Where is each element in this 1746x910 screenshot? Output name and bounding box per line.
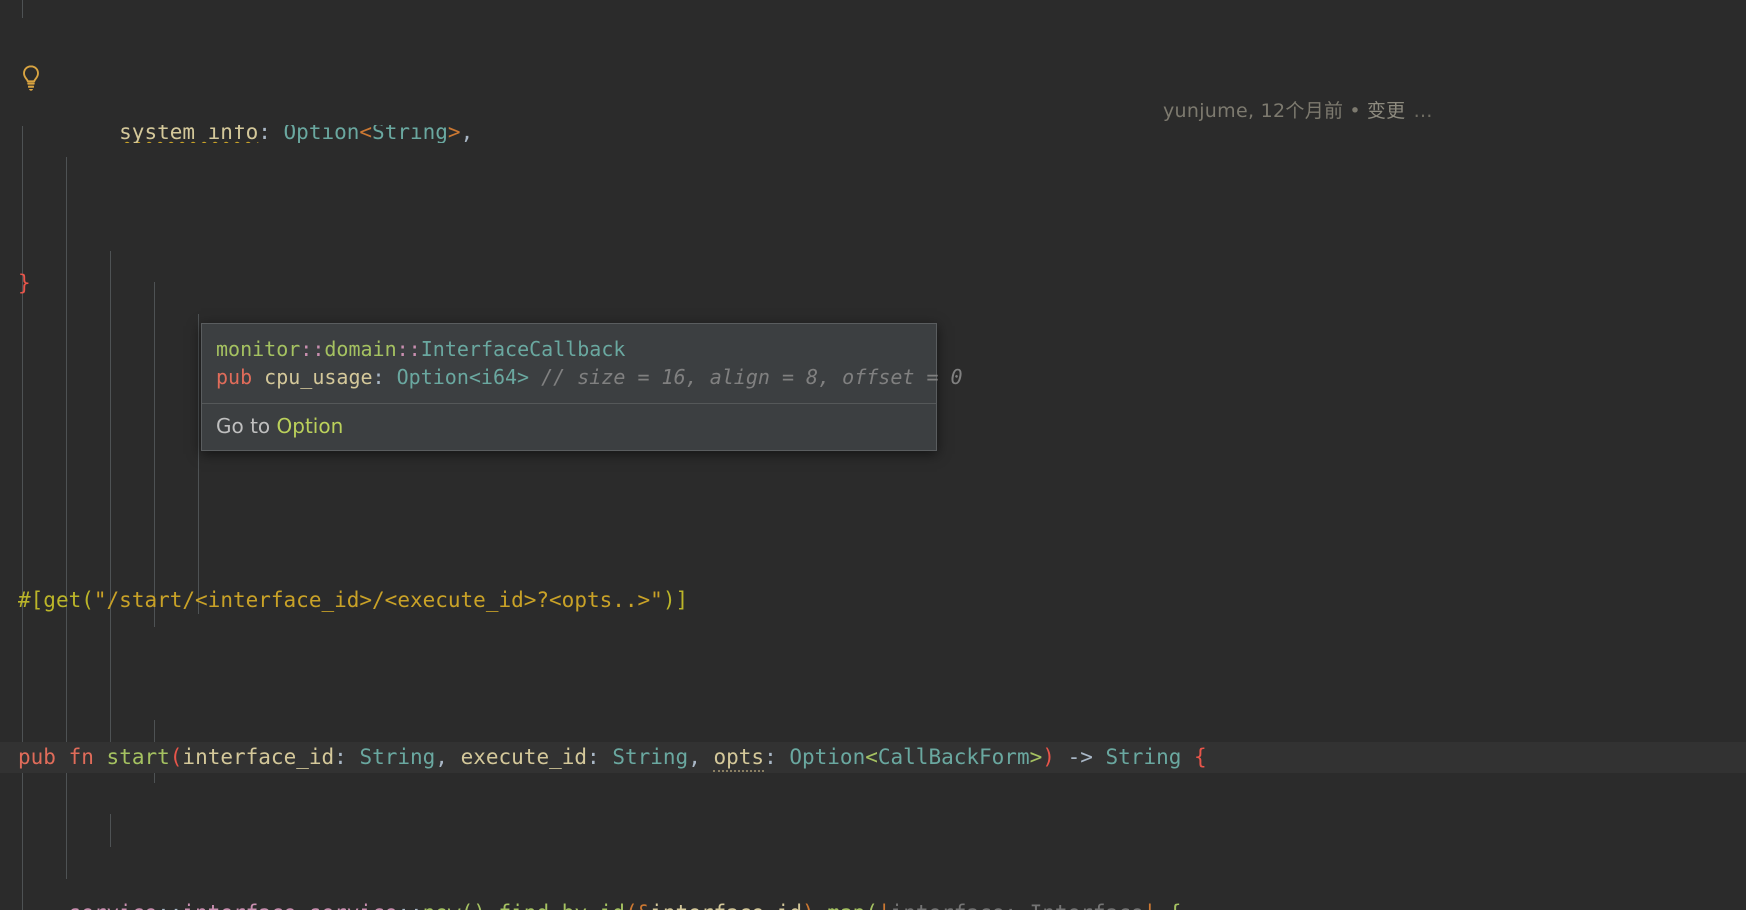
- code-token-attr-name: get: [43, 588, 82, 613]
- doc-field-type: Option<i64>: [396, 365, 530, 389]
- code-token-inlay-interface: interface: [890, 901, 1005, 910]
- doc-field-comment: // size = 16, align = 8, offset = 0: [541, 365, 963, 389]
- code-token-attr-open: #[: [18, 588, 44, 613]
- blame-action-link[interactable]: 变更: [1367, 100, 1406, 122]
- code-token-fn-name: start: [106, 744, 170, 769]
- doc-path-type: InterfaceCallback: [420, 337, 626, 361]
- lightbulb-icon-svg: [23, 65, 39, 91]
- code-token-system-info: system_info: [119, 125, 259, 144]
- blame-author: yunjume: [1163, 100, 1248, 122]
- doc-keyword-pub: pub: [216, 365, 253, 389]
- blame-separator: •: [1349, 100, 1361, 122]
- git-blame-annotation[interactable]: yunjume, 12个月前 • 变更…: [1163, 96, 1433, 127]
- code-token-brace: }: [18, 271, 31, 296]
- code-content[interactable]: system_info: Option<String>, } #[get("/s…: [0, 0, 1746, 910]
- lightbulb-icon[interactable]: [16, 63, 46, 93]
- go-to-option-link[interactable]: Option: [277, 414, 344, 438]
- documentation-body: monitor::domain::InterfaceCallback pub c…: [216, 337, 963, 389]
- blame-comma: ,: [1247, 100, 1261, 122]
- blame-age: 12个月前: [1260, 100, 1344, 122]
- go-to-label: Go to: [216, 414, 277, 438]
- blame-ellipsis[interactable]: …: [1405, 100, 1432, 122]
- code-token-indent: [18, 125, 119, 143]
- code-line-interface-service[interactable]: service::interface_service::new().find_b…: [0, 898, 1746, 910]
- code-token-fn: fn: [68, 744, 94, 769]
- doc-field-name: cpu_usage: [264, 365, 373, 389]
- code-editor[interactable]: system_info: Option<String>, } #[get("/s…: [0, 0, 1746, 910]
- doc-path-monitor: monitor: [216, 337, 301, 361]
- code-line-system-info[interactable]: system_info: Option<String>,: [0, 125, 1746, 143]
- code-line-fn-signature[interactable]: pub fn start(interface_id: String, execu…: [0, 741, 1746, 773]
- documentation-popup[interactable]: monitor::domain::InterfaceCallback pub c…: [201, 323, 963, 451]
- code-line-close-brace[interactable]: }: [0, 268, 1746, 303]
- code-token-route-string: "/start/<interface_id>/<execute_id>?<opt…: [93, 588, 663, 613]
- code-token-opts: opts: [713, 744, 765, 772]
- code-line-attribute[interactable]: #[get("/start/<interface_id>/<execute_id…: [0, 585, 1746, 616]
- code-token-pub: pub: [18, 744, 56, 769]
- documentation-footer: Go to Option: [202, 404, 936, 450]
